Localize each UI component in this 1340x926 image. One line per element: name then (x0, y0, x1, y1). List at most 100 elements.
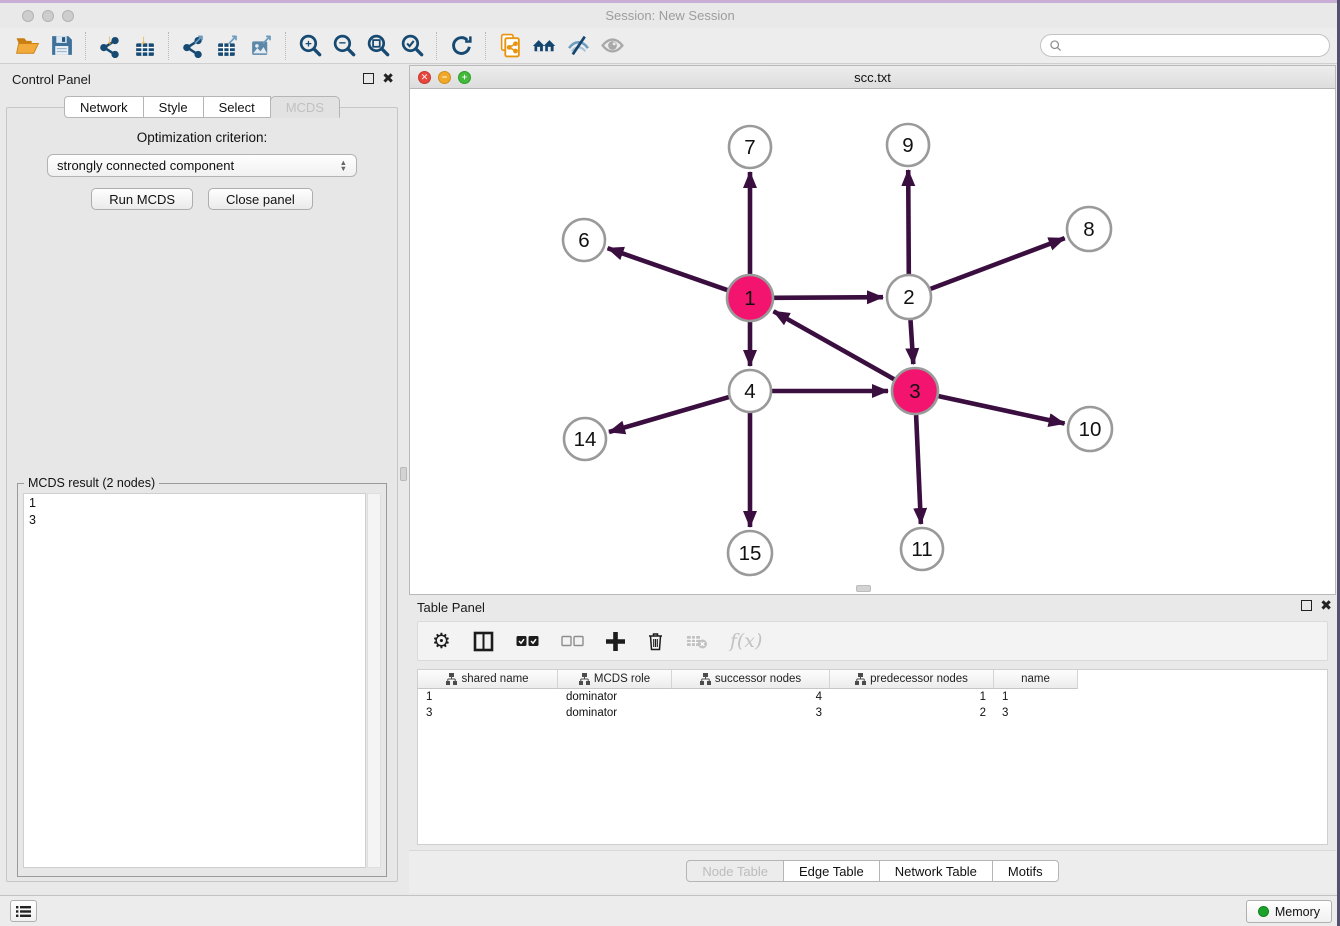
export-table-button[interactable]: ↗ (210, 31, 244, 61)
control-panel-tabs: NetworkStyleSelectMCDS (6, 96, 398, 118)
table-cell-MCDS-role[interactable]: dominator (558, 689, 672, 705)
network-canvas[interactable]: 7 9 6 8 1 2 4 3 14 10 15 11 (410, 89, 1335, 594)
delete-table-button[interactable] (686, 627, 708, 655)
graph-node-14[interactable]: 14 (564, 418, 606, 460)
network-graph: 7 9 6 8 1 2 4 3 14 10 15 11 (410, 89, 1335, 594)
graph-edge-1-2[interactable] (774, 297, 883, 298)
tab-mcds[interactable]: MCDS (270, 96, 340, 118)
column-header-shared-name[interactable]: shared name (418, 670, 558, 689)
table-body: 1dominator4113dominator323 (418, 689, 1327, 721)
zoom-fit-button[interactable] (361, 31, 395, 61)
horizontal-splitter-handle[interactable] (856, 585, 871, 592)
table-cell-name[interactable]: 3 (994, 705, 1078, 721)
delete-button[interactable] (647, 627, 664, 655)
zoom-in-icon: + (298, 33, 323, 58)
close-panel-button[interactable]: Close panel (208, 188, 313, 210)
graph-node-7[interactable]: 7 (729, 126, 771, 168)
gear-button[interactable]: ⚙ (432, 627, 451, 655)
graph-node-15[interactable]: 15 (728, 531, 772, 575)
graph-edge-3-11[interactable] (916, 415, 921, 524)
graph-node-6[interactable]: 6 (563, 219, 605, 261)
svg-text:3: 3 (909, 380, 920, 403)
zoom-in-button[interactable]: + (293, 31, 327, 61)
table-cell-predecessor-nodes[interactable]: 2 (830, 705, 994, 721)
select-all-button[interactable] (516, 627, 539, 655)
graph-edge-2-8[interactable] (931, 238, 1065, 289)
mcds-result-scrollbar[interactable] (367, 493, 381, 868)
tab-edge-table[interactable]: Edge Table (783, 860, 880, 882)
network-window-titlebar: ✕ − + scc.txt (410, 66, 1335, 89)
tab-style[interactable]: Style (143, 96, 204, 118)
tab-select[interactable]: Select (203, 96, 271, 118)
gear-icon: ⚙ (432, 631, 451, 652)
tab-network[interactable]: Network (64, 96, 144, 118)
close-panel-icon[interactable]: ✖ (382, 73, 394, 84)
graph-edge-3-1[interactable] (774, 311, 895, 379)
table-cell-successor-nodes[interactable]: 4 (672, 689, 830, 705)
column-header-MCDS-role[interactable]: MCDS role (558, 670, 672, 689)
tab-node-table[interactable]: Node Table (686, 860, 784, 882)
application-window: Session: New Session ↓↓↗↗↗+− Control Pan… (0, 0, 1340, 926)
graph-node-2[interactable]: 2 (887, 275, 931, 319)
function-fx-button[interactable]: f(x) (730, 627, 763, 655)
zoom-out-button[interactable]: − (327, 31, 361, 61)
open-file-button[interactable] (10, 31, 44, 61)
table-cell-predecessor-nodes[interactable]: 1 (830, 689, 994, 705)
network-view-window: ✕ − + scc.txt 7 9 6 8 1 2 4 3 14 10 (409, 65, 1336, 595)
deselect-all-button[interactable] (561, 627, 584, 655)
export-network-icon: ↗ (181, 33, 206, 58)
graph-node-8[interactable]: 8 (1067, 207, 1111, 251)
run-mcds-button[interactable]: Run MCDS (91, 188, 193, 210)
graph-node-9[interactable]: 9 (887, 124, 929, 166)
tab-motifs[interactable]: Motifs (992, 860, 1059, 882)
table-cell-shared-name[interactable]: 1 (418, 689, 558, 705)
table-cell-MCDS-role[interactable]: dominator (558, 705, 672, 721)
clone-network-button[interactable] (493, 31, 527, 61)
network-window-title: scc.txt (410, 70, 1335, 85)
table-row[interactable]: 1dominator411 (418, 689, 1327, 705)
column-header-successor-nodes[interactable]: successor nodes (672, 670, 830, 689)
graph-node-3[interactable]: 3 (892, 368, 938, 414)
graph-edge-4-14[interactable] (609, 397, 729, 432)
table-cell-shared-name[interactable]: 3 (418, 705, 558, 721)
table-cell-name[interactable]: 1 (994, 689, 1078, 705)
column-header-name[interactable]: name (994, 670, 1078, 689)
tab-network-table[interactable]: Network Table (879, 860, 993, 882)
memory-button[interactable]: Memory (1246, 900, 1332, 923)
float-panel-icon[interactable] (363, 73, 374, 84)
task-history-button[interactable] (10, 900, 37, 922)
add-column-button[interactable] (606, 627, 625, 655)
eye-button[interactable] (595, 31, 629, 61)
table-close-panel-icon[interactable]: ✖ (1320, 600, 1332, 611)
export-network-button[interactable]: ↗ (176, 31, 210, 61)
graph-node-11[interactable]: 11 (901, 528, 943, 570)
table-float-panel-icon[interactable] (1301, 600, 1312, 611)
search-input[interactable] (1067, 36, 1321, 55)
criterion-select[interactable]: strongly connected component ▲▼ (47, 154, 357, 177)
refresh-button[interactable] (444, 31, 478, 61)
graph-edge-2-9[interactable] (908, 170, 909, 274)
function-fx-icon: f(x) (730, 630, 763, 652)
column-header-predecessor-nodes[interactable]: predecessor nodes (830, 670, 994, 689)
graph-node-10[interactable]: 10 (1068, 407, 1112, 451)
main-toolbar: ↓↓↗↗↗+− (0, 28, 1340, 64)
search-icon (1049, 39, 1063, 53)
graph-edge-3-10[interactable] (939, 396, 1065, 423)
zoom-selected-button[interactable] (395, 31, 429, 61)
export-image-button[interactable]: ↗ (244, 31, 278, 61)
graph-edge-2-3[interactable] (911, 320, 914, 364)
save-session-button[interactable] (44, 31, 78, 61)
export-table-icon: ↗ (215, 33, 240, 58)
import-table-button[interactable]: ↓ (127, 31, 161, 61)
table-cell-successor-nodes[interactable]: 3 (672, 705, 830, 721)
hide-view-button[interactable] (561, 31, 595, 61)
hide-view-icon (566, 33, 591, 58)
vertical-splitter-handle[interactable] (400, 467, 407, 481)
import-network-button[interactable]: ↓ (93, 31, 127, 61)
graph-edge-1-6[interactable] (608, 248, 728, 290)
column-view-button[interactable] (473, 627, 494, 655)
table-row[interactable]: 3dominator323 (418, 705, 1327, 721)
graph-node-4[interactable]: 4 (729, 370, 771, 412)
graph-node-1[interactable]: 1 (727, 275, 773, 321)
home-button[interactable] (527, 31, 561, 61)
